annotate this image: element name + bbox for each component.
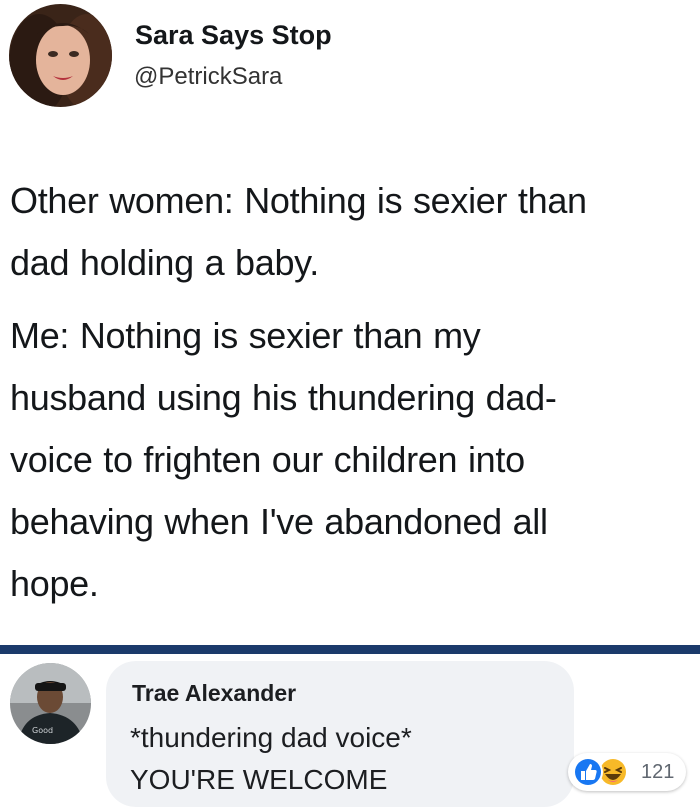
comment-line: YOU'RE WELCOME	[130, 764, 388, 795]
tweet-card: Sara Says Stop @PetrickSara Other women:…	[0, 0, 700, 645]
reaction-count: 121	[641, 761, 675, 783]
comment-text: *thundering dad voice* YOU'RE WELCOME	[130, 717, 412, 801]
tweet-line: voice to frighten our children into	[10, 439, 525, 480]
comment: Good Trae Alexander *thundering dad voic…	[0, 654, 700, 809]
tweet-text: Other women: Nothing is sexier than dad …	[10, 170, 700, 615]
user-handle[interactable]: @PetrickSara	[134, 63, 282, 91]
reaction-summary[interactable]: 121	[568, 753, 686, 791]
tweet-line: husband using his thundering dad-	[10, 377, 557, 418]
tweet-line: behaving when I've abandoned all	[10, 501, 548, 542]
svg-text:Good: Good	[32, 726, 53, 735]
comment-bubble: Trae Alexander *thundering dad voice* YO…	[106, 661, 574, 807]
tweet-line: dad holding a baby.	[10, 242, 319, 283]
profile-photo-icon[interactable]: Good	[10, 663, 91, 744]
tweet-line: Me: Nothing is sexier than my	[10, 315, 481, 356]
like-icon	[573, 757, 603, 787]
divider	[0, 645, 700, 654]
tweet-line: hope.	[10, 563, 99, 604]
tweet-paragraph: Me: Nothing is sexier than my husband us…	[10, 305, 700, 615]
comment-author[interactable]: Trae Alexander	[132, 680, 296, 707]
profile-photo-icon[interactable]	[9, 4, 112, 107]
display-name[interactable]: Sara Says Stop	[135, 20, 332, 51]
tweet-paragraph: Other women: Nothing is sexier than dad …	[10, 170, 700, 294]
comment-line: *thundering dad voice*	[130, 722, 412, 753]
tweet-line: Other women: Nothing is sexier than	[10, 180, 587, 221]
